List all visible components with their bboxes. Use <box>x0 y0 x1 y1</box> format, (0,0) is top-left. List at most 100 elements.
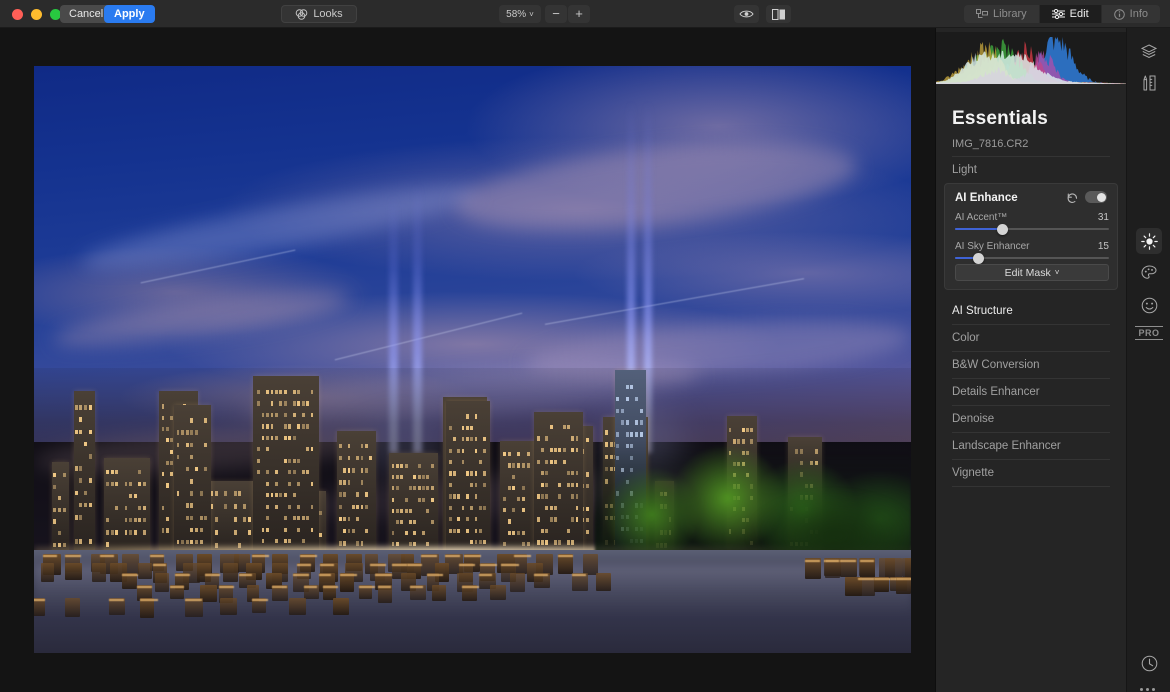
edited-photo[interactable] <box>34 66 911 653</box>
tool-row-color[interactable]: Color <box>936 325 1126 352</box>
slider-value: 31 <box>1097 212 1109 223</box>
pier-piling <box>65 562 83 581</box>
slider-value: 15 <box>1097 241 1109 252</box>
reset-arrow-icon[interactable] <box>1066 191 1079 204</box>
zoom-level-value: 58% <box>506 8 527 20</box>
sliders-icon <box>1051 9 1065 19</box>
pier-piling <box>804 558 822 580</box>
zoom-in-button[interactable]: + <box>568 5 590 23</box>
tool-label: Color <box>952 332 980 344</box>
tool-label: Light <box>952 164 977 176</box>
tool-row-vignette[interactable]: Vignette <box>936 460 1126 487</box>
tab-edit-label: Edit <box>1069 8 1089 20</box>
tool-row-b-w-conversion[interactable]: B&W Conversion <box>936 352 1126 379</box>
photo-content <box>34 66 911 653</box>
slider-label: AI Accent™ <box>955 212 1008 223</box>
tool-label: AI Structure <box>952 305 1013 317</box>
mode-tabs: Library Edit Info <box>964 5 1160 23</box>
tool-row-denoise[interactable]: Denoise <box>936 406 1126 433</box>
building <box>336 431 376 551</box>
edit-panel: Essentials IMG_7816.CR2 Light AI Enhance… <box>936 28 1126 692</box>
pier-piling <box>154 572 169 592</box>
tool-label: Denoise <box>952 413 995 425</box>
portrait-face-icon <box>1141 297 1157 313</box>
tab-info-label: Info <box>1129 8 1148 20</box>
pier-piling <box>65 597 81 618</box>
creative-palette-icon <box>1140 265 1157 279</box>
pier-piling <box>595 572 611 592</box>
preview-toggle-button[interactable] <box>734 5 759 23</box>
apply-button[interactable]: Apply <box>104 5 155 23</box>
building <box>500 440 539 551</box>
tool-label: Vignette <box>952 467 994 479</box>
building <box>207 480 256 551</box>
info-icon <box>1113 8 1125 20</box>
chevron-down-icon: ˅ <box>1054 268 1060 277</box>
rail-item-history[interactable] <box>1136 650 1162 676</box>
tab-library-label: Library <box>993 8 1027 20</box>
close-button[interactable] <box>12 9 23 20</box>
building <box>533 412 583 551</box>
tab-info[interactable]: Info <box>1101 5 1160 23</box>
eye-icon <box>739 10 754 18</box>
looks-icon <box>296 8 308 20</box>
tool-label: B&W Conversion <box>952 359 1040 371</box>
pier-piling <box>333 597 349 615</box>
tool-row-light[interactable]: Light <box>936 157 1126 184</box>
slider-label: AI Sky Enhancer <box>955 241 1030 252</box>
building <box>51 462 70 551</box>
pier-piling <box>509 572 526 592</box>
traffic-lights <box>12 9 61 20</box>
edit-mask-label: Edit Mask <box>1004 266 1051 279</box>
building <box>253 375 320 551</box>
zoom-level-dropdown[interactable]: 58% ˅ <box>499 5 541 23</box>
pier-piling <box>40 562 55 582</box>
before-after-icon <box>771 8 785 20</box>
tool-label: Landscape Enhancer <box>952 440 1061 452</box>
tab-edit[interactable]: Edit <box>1039 5 1102 23</box>
rail-item-creative[interactable] <box>1136 260 1162 286</box>
pier-piling <box>583 554 599 575</box>
titlebar: Cancel Apply Looks 58% ˅ − + Library Edi… <box>0 0 1170 28</box>
pier-piling <box>489 585 507 601</box>
looks-label: Looks <box>313 8 343 20</box>
compare-button[interactable] <box>766 5 791 23</box>
edit-mask-button[interactable]: Edit Mask ˅ <box>955 264 1109 281</box>
building <box>174 404 212 551</box>
looks-button[interactable]: Looks <box>281 5 357 23</box>
more-dots-icon[interactable] <box>1140 688 1155 691</box>
chevron-down-icon: ˅ <box>529 9 534 19</box>
ai-enhance-panel: AI Enhance AI Accent™ 31 AI Sky Enhancer… <box>944 183 1118 290</box>
building <box>73 391 95 551</box>
page-title: Essentials <box>952 108 1048 129</box>
building <box>103 458 151 551</box>
library-icon <box>976 9 989 18</box>
rail-item-layers[interactable] <box>1136 38 1162 64</box>
tab-library[interactable]: Library <box>964 5 1040 23</box>
photo-canvas[interactable] <box>0 28 936 692</box>
rail-item-portrait[interactable] <box>1136 292 1162 318</box>
pier-piling <box>289 597 307 615</box>
building <box>446 401 491 551</box>
zoom-out-button[interactable]: − <box>545 5 567 23</box>
rail-item-tools[interactable] <box>1136 70 1162 96</box>
divider <box>952 486 1110 487</box>
rail-item-essentials[interactable] <box>1136 228 1162 254</box>
filename-label: IMG_7816.CR2 <box>952 138 1029 150</box>
pro-badge[interactable]: PRO <box>1135 326 1163 340</box>
luminar-window: Cancel Apply Looks 58% ˅ − + Library Edi… <box>0 0 1170 692</box>
tool-row-details-enhancer[interactable]: Details Enhancer <box>936 379 1126 406</box>
essentials-sun-icon <box>1140 232 1158 250</box>
building <box>388 453 439 551</box>
minimize-button[interactable] <box>31 9 42 20</box>
pier-piling <box>223 562 239 583</box>
ai-enhance-toggle[interactable] <box>1085 191 1107 203</box>
history-clock-icon <box>1141 655 1157 671</box>
layers-icon <box>1141 43 1157 58</box>
tool-rail: PRO <box>1126 28 1170 692</box>
pier-piling <box>92 562 107 582</box>
tool-row-landscape-enhancer[interactable]: Landscape Enhancer <box>936 433 1126 460</box>
tool-row-ai-structure[interactable]: AI Structure <box>936 298 1126 325</box>
pier-piling <box>220 597 238 616</box>
rgb-histogram <box>936 32 1126 84</box>
